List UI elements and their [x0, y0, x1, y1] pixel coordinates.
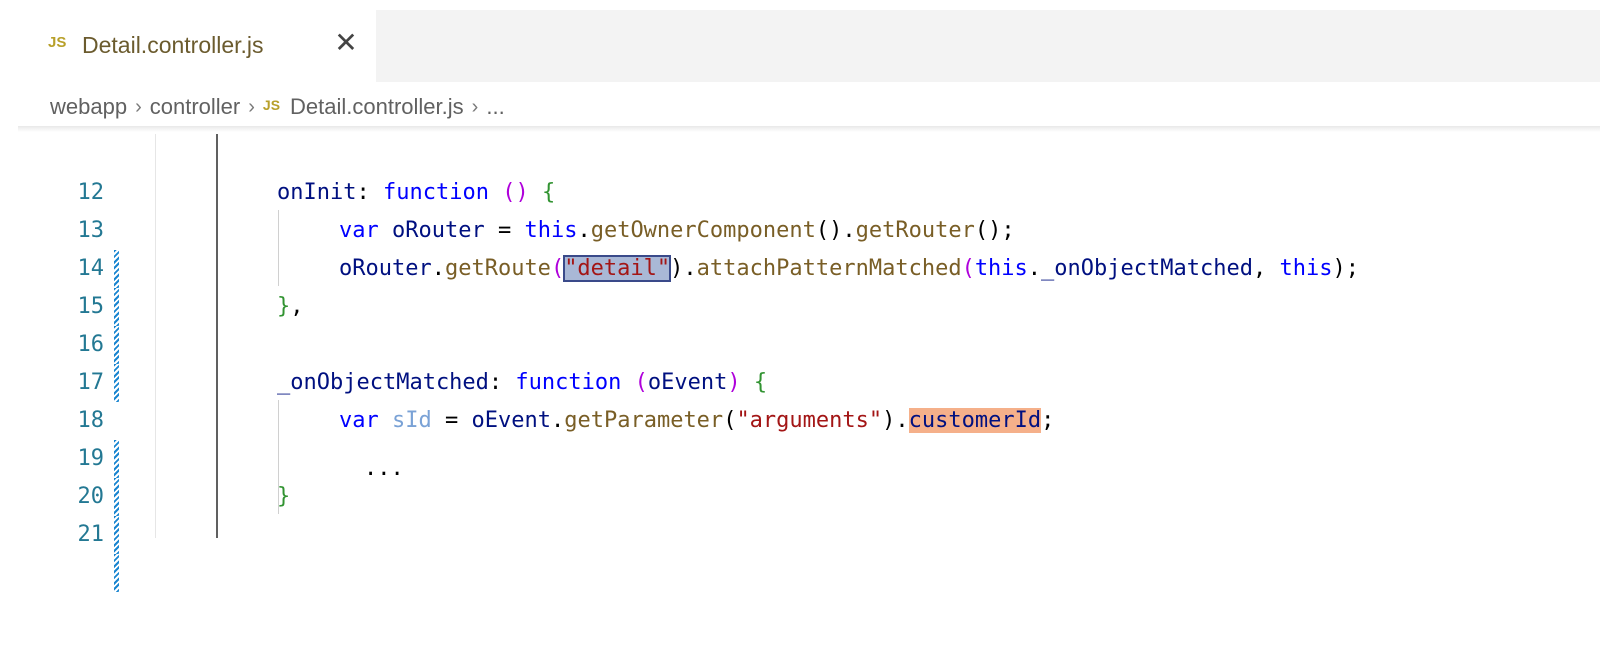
code-text: var sId = oEvent.getParameter("arguments…: [339, 408, 1055, 433]
code-line: 21 }: [18, 478, 1600, 592]
code-line: 19 var sId = oEvent.getParameter("argume…: [18, 402, 1600, 516]
tab-bar: JS Detail.controller.js ✕: [18, 10, 1600, 82]
highlighted-property: customerId: [908, 408, 1042, 433]
javascript-file-icon: JS: [262, 97, 281, 113]
breadcrumb-item-symbols[interactable]: ...: [486, 94, 504, 120]
modified-gutter-marker[interactable]: [114, 554, 119, 592]
code-line: 14 var oRouter = this.getOwnerComponent(…: [18, 212, 1600, 326]
code-line: 12: [18, 136, 1600, 205]
breadcrumb-item-controller[interactable]: controller: [150, 94, 240, 120]
modified-gutter-marker[interactable]: [114, 516, 119, 554]
breadcrumb-item-webapp[interactable]: webapp: [50, 94, 127, 120]
code-text: },: [277, 294, 304, 319]
code-text: var oRouter = this.getOwnerComponent().g…: [339, 218, 1015, 243]
code-line: 15 oRouter.getRoute("detail").attachPatt…: [18, 250, 1600, 364]
code-line: 20 ...: [18, 440, 1600, 554]
code-editor[interactable]: 12 13 onInit: function () { 14 var oRout…: [18, 134, 1600, 592]
code-text: oRouter.getRoute("detail").attachPattern…: [339, 255, 1359, 282]
javascript-file-icon: JS: [48, 34, 67, 51]
chevron-right-icon: ›: [248, 95, 255, 118]
breadcrumb-divider: [18, 126, 1600, 132]
code-line: 13 onInit: function () {: [18, 174, 1600, 288]
line-number: 21: [77, 522, 105, 547]
close-icon[interactable]: ✕: [331, 28, 361, 58]
code-text: _onObjectMatched: function (oEvent) {: [277, 370, 768, 395]
breadcrumb-item-file[interactable]: Detail.controller.js: [290, 94, 464, 120]
code-text: onInit: function () {: [277, 180, 556, 205]
selected-string: "detail": [563, 255, 672, 282]
breadcrumb: webapp › controller › JS Detail.controll…: [50, 90, 505, 124]
code-line: 18 _onObjectMatched: function (oEvent) {: [18, 364, 1600, 478]
code-text: }: [277, 484, 291, 509]
tab-label: Detail.controller.js: [82, 32, 264, 58]
chevron-right-icon: ›: [471, 95, 479, 118]
code-line: 16 },: [18, 288, 1600, 402]
tab-detail-controller[interactable]: JS Detail.controller.js ✕: [18, 10, 376, 82]
editor-window: JS Detail.controller.js ✕ webapp › contr…: [18, 10, 1600, 592]
code-line: 17: [18, 326, 1600, 395]
chevron-right-icon: ›: [135, 95, 142, 118]
